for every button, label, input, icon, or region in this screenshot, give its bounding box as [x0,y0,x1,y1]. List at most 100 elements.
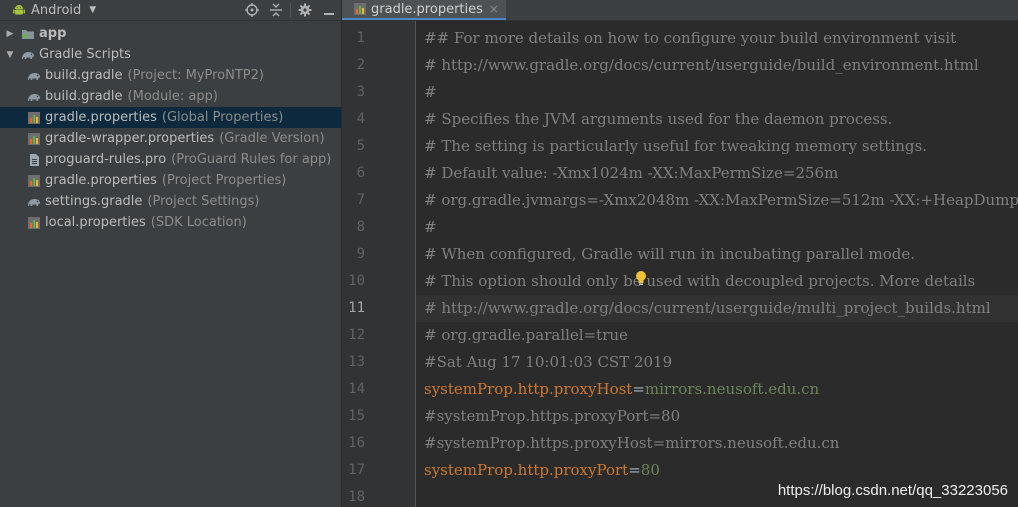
code-line[interactable]: # Default value: -Xmx1024m -XX:MaxPermSi… [416,160,1018,187]
editor-body: 1 2 3 4 5 6 7 8 9 10 11 12 13 14 15 16 17 18 ## For more … [342,21,1018,507]
code-line[interactable]: # org.gradle.parallel=true [416,322,1018,349]
collapse-all-icon [270,3,282,17]
code-token-comment: #systemProp.https.proxyHost=mirrors.neus… [424,434,840,452]
line-number: 10 [348,273,365,289]
tree-item-label: proguard-rules.pro [45,152,167,167]
editor: gradle.properties × 1 2 3 4 5 6 7 8 9 10 11 12 13 14 1… [342,0,1018,507]
tree-item[interactable]: proguard-rules.pro (ProGuard Rules for ap… [0,149,341,170]
hide-panel-button[interactable] [317,0,341,20]
code-line[interactable]: # [416,214,1018,241]
code-line[interactable]: #systemProp.https.proxyHost=mirrors.neus… [416,430,1018,457]
crosshair-icon [245,3,259,17]
line-number: 15 [348,408,365,424]
tree-item[interactable]: gradle.properties (Project Properties) [0,170,341,191]
code-token-comment: # org.gradle.parallel=true [424,326,628,344]
properties-icon [26,215,42,231]
tree-item[interactable]: local.properties (SDK Location) [0,212,341,233]
project-tree: ▶ app ▼ Gradle Scripts build.gradle (Project:… [0,21,341,233]
code-line[interactable]: # http://www.gradle.org/docs/current/use… [416,295,1018,322]
gradle-icon [26,194,42,210]
chevron-down-icon: ▼ [89,5,97,15]
tree-item[interactable]: build.gradle (Project: MyProNTP2) [0,65,341,86]
code-token-comment: # Specifies the JVM arguments used for t… [424,110,893,128]
code-token-comment: # http://www.gradle.org/docs/current/use… [424,56,979,74]
project-view-selector[interactable]: Android ▼ [12,3,96,18]
tree-item-label: app [39,26,67,41]
project-view-label: Android [31,2,82,18]
editor-tab-bar: gradle.properties × [342,0,1018,21]
tree-item-label: build.gradle [45,89,123,104]
project-panel-tools [240,0,341,20]
tree-item-hint: (Gradle Version) [219,131,325,146]
code-token-val: mirrors.neusoft.edu.cn [644,380,820,398]
settings-button[interactable] [293,0,317,20]
tree-item-hint: (ProGuard Rules for app) [171,152,332,167]
code-token-comment: # When configured, Gradle will run in in… [424,245,916,263]
tree-item-label: settings.gradle [45,194,143,209]
tree-item-hint: (SDK Location) [150,215,247,230]
code-line[interactable]: # When configured, Gradle will run in in… [416,241,1018,268]
android-icon [12,3,26,17]
line-number: 17 [348,462,365,478]
line-number: 12 [348,327,365,343]
folder-icon [20,26,36,42]
tree-item[interactable]: settings.gradle (Project Settings) [0,191,341,212]
text-file-icon [26,152,42,168]
code-token-eq: = [628,461,641,479]
tree-item[interactable]: ▼ Gradle Scripts [0,44,341,65]
code-line[interactable]: #systemProp.https.proxyPort=80 [416,403,1018,430]
tree-item-label: gradle-wrapper.properties [45,131,215,146]
line-number: 4 [356,111,365,127]
code-area[interactable]: ## For more details on how to configure … [416,21,1018,507]
tree-item-hint: (Module: app) [127,89,218,104]
collapse-all-button[interactable] [264,0,288,20]
tree-item[interactable]: gradle-wrapper.properties (Gradle Version… [0,128,341,149]
tree-item[interactable]: build.gradle (Module: app) [0,86,341,107]
gradle-icon [20,47,36,63]
line-number: 13 [348,354,365,370]
tab-label: gradle.properties [371,1,483,17]
code-token-comment: # [424,83,437,101]
line-number-gutter: 1 2 3 4 5 6 7 8 9 10 11 12 13 14 15 16 17 18 [342,21,416,507]
line-number: 6 [356,165,365,181]
code-token-val: 80 [640,461,660,479]
locate-file-button[interactable] [240,0,264,20]
tab-gradle-properties[interactable]: gradle.properties × [342,0,506,20]
code-line[interactable]: # Specifies the JVM arguments used for t… [416,106,1018,133]
code-line[interactable]: # The setting is particularly useful for… [416,133,1018,160]
code-token-comment: # This option should only be used with d… [424,272,976,290]
close-icon[interactable]: × [489,2,499,16]
code-line[interactable]: # http://www.gradle.org/docs/current/use… [416,52,1018,79]
tree-item[interactable]: ▶ app [0,23,341,44]
line-number: 2 [356,57,365,73]
code-line[interactable]: systemProp.http.proxyPort=80 [416,457,1018,484]
code-token-comment: # org.gradle.jvmargs=-Xmx2048m -XX:MaxPe… [424,191,1018,209]
code-line[interactable]: # This option should only be used with d… [416,268,1018,295]
tree-item-label: local.properties [45,215,146,230]
properties-icon [26,110,42,126]
line-number: 8 [356,219,365,235]
project-panel-header: Android ▼ [0,0,341,21]
chevron-down-icon[interactable]: ▼ [4,50,16,60]
project-panel: Android ▼ ▶ app ▼ Gradle Scripts build.g… [0,0,342,507]
properties-icon [26,131,42,147]
lightbulb-icon[interactable] [635,270,647,286]
gradle-icon [26,89,42,105]
gear-icon [298,3,312,17]
code-line[interactable]: ## For more details on how to configure … [416,25,1018,52]
code-line[interactable]: systemProp.http.proxyHost=mirrors.neusof… [416,376,1018,403]
code-token-comment: #systemProp.https.proxyPort=80 [424,407,681,425]
line-number: 14 [348,381,365,397]
code-line[interactable]: # org.gradle.jvmargs=-Xmx2048m -XX:MaxPe… [416,187,1018,214]
chevron-right-icon[interactable]: ▶ [4,29,16,39]
tree-item[interactable]: gradle.properties (Global Properties) [0,107,341,128]
tree-item-label: Gradle Scripts [39,47,131,62]
properties-icon [352,1,368,17]
line-number: 7 [356,192,365,208]
line-number: 1 [356,30,365,46]
tree-item-hint: (Project Settings) [147,194,260,209]
code-line[interactable]: #Sat Aug 17 10:01:03 CST 2019 [416,349,1018,376]
code-line[interactable]: # [416,79,1018,106]
code-token-comment: #Sat Aug 17 10:01:03 CST 2019 [424,353,673,371]
gradle-icon [26,68,42,84]
